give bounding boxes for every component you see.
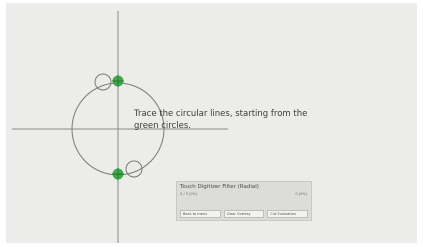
clear-overlay-button[interactable]: Clear Overlay [223, 210, 265, 218]
instruction-text: Trace the circular lines, starting from … [134, 109, 308, 131]
evaluation-button[interactable]: Cut Evaluation [267, 210, 309, 218]
panel-title: Touch Digitizer Filter (Radial) [180, 184, 259, 190]
panel-button-row: Back to menu Clear Overlay Cut Evaluatio… [180, 210, 309, 218]
back-to-menu-button[interactable]: Back to menu [180, 210, 221, 218]
display-bezel: Trace the circular lines, starting from … [0, 0, 423, 247]
direction-hint-circle-bottom [125, 160, 143, 178]
start-marker-top[interactable] [112, 75, 124, 87]
start-marker-bottom[interactable] [112, 168, 124, 180]
calibration-screen[interactable]: Trace the circular lines, starting from … [6, 3, 417, 243]
progress-percent: 0 (0%) [295, 192, 307, 196]
filter-panel: Touch Digitizer Filter (Radial) 0 / 3 (0… [176, 181, 312, 221]
progress-count: 0 / 3 (0%) [180, 192, 198, 196]
direction-hint-circle-top [94, 73, 112, 91]
